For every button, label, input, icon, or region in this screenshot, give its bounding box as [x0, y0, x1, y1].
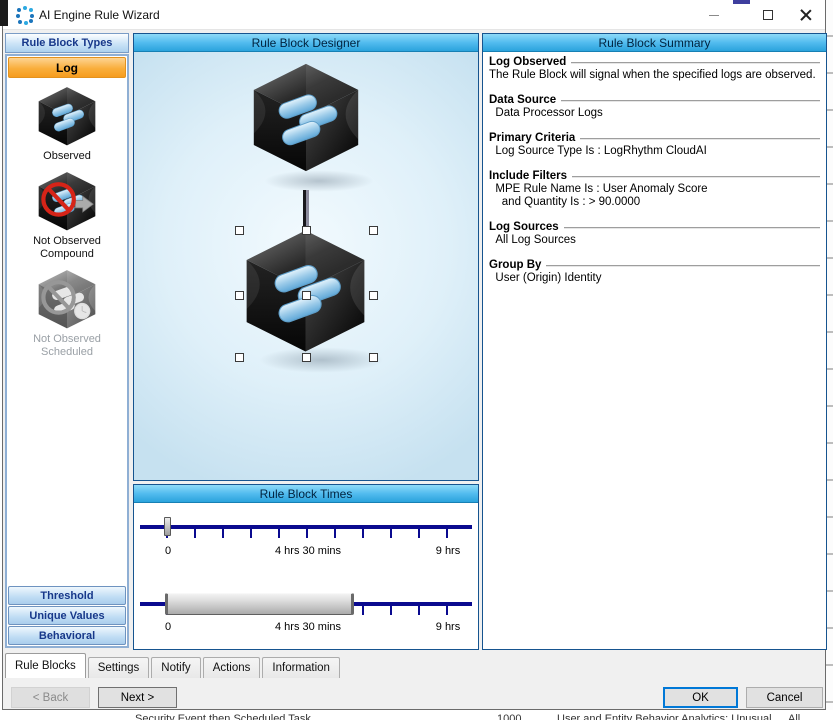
summary-line: All Log Sources — [489, 234, 820, 247]
times-body: 0 4 hrs 30 mins 9 hrs 0 4 hrs 30 mins 9 … — [134, 503, 478, 649]
divider — [546, 265, 820, 267]
summary-line: User (Origin) Identity — [489, 272, 820, 285]
next-button[interactable]: Next > — [98, 687, 177, 708]
tab-settings[interactable]: Settings — [88, 657, 150, 678]
designer-canvas[interactable] — [134, 52, 478, 480]
slider-tick-label: 0 — [165, 621, 171, 633]
summary-line: The Rule Block will signal when the spec… — [489, 69, 820, 82]
summary-body: Log Observed The Rule Block will signal … — [483, 52, 826, 285]
rule-type-not-observed-compound[interactable]: Not Observed Compound — [9, 169, 125, 261]
rule-block-times-header: Rule Block Times — [134, 485, 478, 503]
log-group-button[interactable]: Log — [8, 57, 126, 78]
rule-type-label: Observed — [43, 150, 91, 163]
summary-line: Log Source Type Is : LogRhythm CloudAI — [489, 145, 820, 158]
rule-block-summary-panel: Rule Block Summary Log Observed The Rule… — [482, 33, 827, 650]
slider-tick-label: 4 hrs 30 mins — [275, 621, 341, 633]
summary-section-data-source: Data Source Data Processor Logs — [489, 94, 820, 120]
summary-section-title: Group By — [489, 259, 541, 272]
rule-block-summary-header: Rule Block Summary — [483, 34, 826, 52]
summary-section-include-filters: Include Filters MPE Rule Name Is : User … — [489, 170, 820, 209]
selection-handle[interactable] — [369, 226, 378, 235]
minimize-button[interactable] — [693, 0, 735, 30]
rule-block-designer-panel: Rule Block Designer — [133, 33, 479, 481]
tab-actions[interactable]: Actions — [203, 657, 261, 678]
slider-tick-label: 9 hrs — [436, 545, 460, 557]
time-slider-thumb[interactable] — [164, 517, 171, 536]
selection-handle[interactable] — [235, 291, 244, 300]
summary-line: Data Processor Logs — [489, 107, 820, 120]
background-text-fragment: Security Event then Scheduled Task — [135, 713, 311, 720]
summary-section-group-by: Group By User (Origin) Identity — [489, 259, 820, 285]
ok-button[interactable]: OK — [663, 687, 738, 708]
close-button[interactable] — [785, 0, 827, 30]
screen: Security Event then Scheduled Task 1000 … — [0, 0, 833, 720]
maximize-button[interactable] — [747, 0, 789, 30]
wizard-tab-strip: Rule Blocks Settings Notify Actions Info… — [3, 652, 827, 678]
summary-section-title: Log Observed — [489, 56, 566, 69]
rule-type-label: Not Observed Compound — [9, 235, 125, 261]
divider — [572, 176, 820, 178]
rule-block-designer-header: Rule Block Designer — [134, 34, 478, 52]
slider-tick-label: 9 hrs — [436, 621, 460, 633]
background-text-fragment: 1000 — [497, 713, 521, 720]
background-window-fragment — [0, 0, 8, 26]
tab-information[interactable]: Information — [262, 657, 340, 678]
time-slider-ticks — [166, 529, 450, 538]
selection-handle[interactable] — [369, 291, 378, 300]
selection-handle[interactable] — [235, 353, 244, 362]
ai-engine-rule-wizard-dialog: AI Engine Rule Wizard Rule Block Types L… — [2, 0, 826, 710]
ai-engine-dots-icon — [16, 6, 34, 24]
cube-observed-icon — [35, 84, 99, 148]
summary-section-title: Log Sources — [489, 221, 559, 234]
summary-section-primary-criteria: Primary Criteria Log Source Type Is : Lo… — [489, 132, 820, 158]
time-range-bar[interactable] — [165, 593, 354, 615]
tab-rule-blocks[interactable]: Rule Blocks — [5, 653, 86, 678]
summary-line: MPE Rule Name Is : User Anomaly Score — [489, 183, 820, 196]
divider — [571, 62, 820, 64]
cube-not-observed-compound-icon — [35, 169, 99, 233]
divider — [564, 227, 820, 229]
behavioral-category-button[interactable]: Behavioral — [8, 626, 126, 645]
background-window-strip-right — [826, 0, 833, 720]
slider-tick-label: 4 hrs 30 mins — [275, 545, 341, 557]
divider — [561, 100, 820, 102]
title-bar[interactable]: AI Engine Rule Wizard — [3, 0, 825, 30]
divider — [580, 138, 820, 140]
selection-handle[interactable] — [302, 291, 311, 300]
background-text-fragment: All — [788, 713, 800, 720]
rule-block-cube-icon[interactable] — [248, 58, 364, 176]
rule-block-types-panel: Log Observed Not Observed Compound — [5, 54, 129, 648]
summary-section-title: Include Filters — [489, 170, 567, 183]
selection-handle[interactable] — [302, 226, 311, 235]
summary-section-title: Primary Criteria — [489, 132, 575, 145]
selection-handle[interactable] — [369, 353, 378, 362]
rule-type-label: Not Observed Scheduled — [9, 333, 125, 359]
rule-type-observed[interactable]: Observed — [9, 84, 125, 163]
rule-block-types-header: Rule Block Types — [5, 33, 129, 53]
background-window-fragment — [733, 0, 750, 4]
slider-tick-label: 0 — [165, 545, 171, 557]
summary-section-log-observed: Log Observed The Rule Block will signal … — [489, 56, 820, 82]
close-icon — [800, 9, 812, 21]
threshold-category-button[interactable]: Threshold — [8, 586, 126, 605]
rule-block-times-panel: Rule Block Times 0 4 hrs 30 mins 9 hrs 0… — [133, 484, 479, 650]
cancel-button[interactable]: Cancel — [746, 687, 823, 708]
background-text-fragment: User and Entity Behavior Analytics: Unus… — [557, 713, 772, 720]
summary-section-log-sources: Log Sources All Log Sources — [489, 221, 820, 247]
summary-section-title: Data Source — [489, 94, 556, 107]
back-button: < Back — [11, 687, 90, 708]
maximize-icon — [763, 10, 773, 20]
cube-not-observed-scheduled-icon — [35, 267, 99, 331]
selection-handle[interactable] — [302, 353, 311, 362]
unique-values-category-button[interactable]: Unique Values — [8, 606, 126, 625]
background-window-strip-bottom: Security Event then Scheduled Task 1000 … — [0, 710, 833, 720]
selection-handle[interactable] — [235, 226, 244, 235]
summary-line: and Quantity Is : > 90.0000 — [489, 196, 820, 209]
rule-type-not-observed-scheduled: Not Observed Scheduled — [9, 267, 125, 359]
tab-notify[interactable]: Notify — [151, 657, 200, 678]
minimize-icon — [709, 15, 719, 16]
window-title: AI Engine Rule Wizard — [39, 8, 160, 22]
